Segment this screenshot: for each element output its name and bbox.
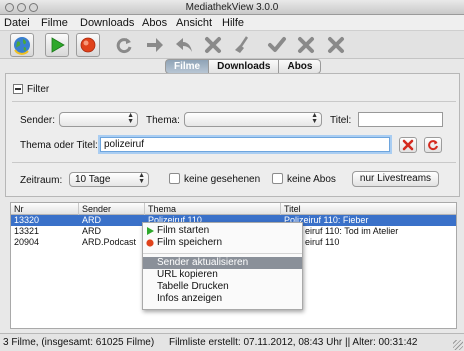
status-filmlist-info: Filmliste erstellt: 07.11.2012, 08:43 Uh… <box>169 337 418 348</box>
cell-titel: Polizeiruf 110: Fieber <box>284 215 369 225</box>
keine-abos-label: keine Abos <box>287 174 336 185</box>
cell-nr: 20904 <box>14 237 40 247</box>
filter-divider <box>12 101 456 102</box>
menu-hilfe[interactable]: Hilfe <box>222 16 244 30</box>
record-icon <box>146 239 154 247</box>
zeitraum-label: Zeitraum: <box>20 175 63 186</box>
menu-ansicht[interactable]: Ansicht <box>176 16 212 30</box>
tab-filme[interactable]: Filme <box>165 59 210 74</box>
toolbar <box>0 31 464 59</box>
delete-download-button[interactable] <box>294 33 318 57</box>
menu-filme[interactable]: Filme <box>41 16 68 30</box>
column-header-thema[interactable]: Thema <box>145 203 281 215</box>
delete-all-button[interactable] <box>324 33 348 57</box>
clear-icon <box>402 139 414 151</box>
filter-title: Filter <box>27 84 50 95</box>
select-arrows-icon: ▲ ▼ <box>311 112 318 125</box>
broom-icon <box>235 36 249 53</box>
play-button[interactable] <box>45 33 69 57</box>
menu-separator <box>143 253 302 254</box>
status-film-count: 3 Filme, (insgesamt: 61025 Filme) <box>3 337 155 348</box>
column-header-nr[interactable]: Nr <box>11 203 79 215</box>
menu-downloads[interactable]: Downloads <box>80 16 134 30</box>
cell-sender: ARD <box>82 215 102 225</box>
nur-livestreams-button[interactable]: nur Livestreams <box>352 171 439 187</box>
play-icon <box>147 227 154 235</box>
context-menu: Film starten Film speichern Sender aktua… <box>142 222 303 310</box>
titel-input[interactable] <box>358 112 443 127</box>
tab-downloads[interactable]: Downloads <box>209 59 280 74</box>
delete-icon <box>328 37 344 53</box>
column-header-sender[interactable]: Sender <box>79 203 145 215</box>
keine-gesehenen-label: keine gesehenen <box>184 174 261 185</box>
thema-select[interactable]: ▲ ▼ <box>184 112 322 127</box>
sender-label: Sender: <box>20 115 56 126</box>
thema-oder-titel-label: Thema oder Titel: <box>20 140 98 151</box>
menu-datei[interactable]: Datei <box>4 16 30 30</box>
thema-label: Thema: <box>146 115 180 126</box>
cell-sender: ARD <box>82 226 102 236</box>
keine-abos-checkbox[interactable] <box>272 173 283 184</box>
refresh-button[interactable] <box>112 33 136 57</box>
keine-gesehenen-checkbox[interactable] <box>169 173 180 184</box>
thema-oder-titel-input[interactable]: polizeiruf <box>100 137 390 152</box>
tab-bar: Filme Downloads Abos <box>165 59 322 74</box>
refresh-icon <box>116 38 132 54</box>
cell-nr: 13320 <box>14 215 40 225</box>
clean-button[interactable] <box>230 33 254 57</box>
play-icon <box>51 37 65 53</box>
cell-sender: ARD.Podcast <box>82 237 137 247</box>
zoom-window-icon[interactable] <box>29 3 38 12</box>
select-arrows-icon: ▲ ▼ <box>127 112 134 125</box>
delete-button[interactable] <box>201 33 225 57</box>
check-button[interactable] <box>265 33 289 57</box>
check-icon <box>268 37 286 52</box>
cell-titel: eiruf 110: Tod im Atelier <box>305 226 399 236</box>
tab-abos[interactable]: Abos <box>279 59 322 74</box>
cell-nr: 13321 <box>14 226 40 236</box>
update-filmlist-button[interactable] <box>10 33 34 57</box>
menu-bar: Datei Filme Downloads Abos Ansicht Hilfe <box>0 15 464 31</box>
menu-item-sender-aktualisieren[interactable]: Sender aktualisieren <box>143 257 302 269</box>
status-bar: 3 Filme, (insgesamt: 61025 Filme) Filmli… <box>0 333 464 351</box>
forward-icon <box>147 38 163 52</box>
titel-label: Titel: <box>330 115 352 126</box>
menu-item-film-speichern[interactable]: Film speichern <box>143 237 302 249</box>
menu-item-tabelle-drucken[interactable]: Tabelle Drucken <box>143 281 302 293</box>
minimize-window-icon[interactable] <box>17 3 26 12</box>
filter-collapse-toggle[interactable] <box>13 84 23 94</box>
globe-refresh-icon <box>14 37 30 55</box>
clear-filter-button[interactable] <box>399 137 417 153</box>
column-header-titel[interactable]: Titel <box>281 203 456 215</box>
delete-icon <box>298 37 314 53</box>
window-titlebar: MediathekView 3.0.0 <box>0 0 464 15</box>
menu-abos[interactable]: Abos <box>142 16 167 30</box>
menu-item-film-starten[interactable]: Film starten <box>143 225 302 237</box>
cell-titel: eiruf 110 <box>305 237 340 247</box>
delete-icon <box>205 37 221 53</box>
forward-button[interactable] <box>143 33 167 57</box>
back-icon <box>176 38 192 52</box>
sender-select[interactable]: ▲ ▼ <box>59 112 138 127</box>
close-window-icon[interactable] <box>5 3 14 12</box>
select-arrows-icon: ▲ ▼ <box>138 172 145 185</box>
table-header: Nr Sender Thema Titel <box>11 203 456 215</box>
record-button[interactable] <box>76 33 100 57</box>
window-title: MediathekView 3.0.0 <box>185 2 279 13</box>
resize-grip[interactable] <box>453 340 463 350</box>
filter-divider <box>12 162 456 163</box>
menu-item-infos-anzeigen[interactable]: Infos anzeigen <box>143 293 302 305</box>
zeitraum-select[interactable]: 10 Tage ▲ ▼ <box>69 172 149 187</box>
menu-item-url-kopieren[interactable]: URL kopieren <box>143 269 302 281</box>
back-button[interactable] <box>172 33 196 57</box>
reset-filter-button[interactable] <box>424 137 442 153</box>
record-icon <box>80 37 96 53</box>
reset-icon <box>428 140 438 151</box>
